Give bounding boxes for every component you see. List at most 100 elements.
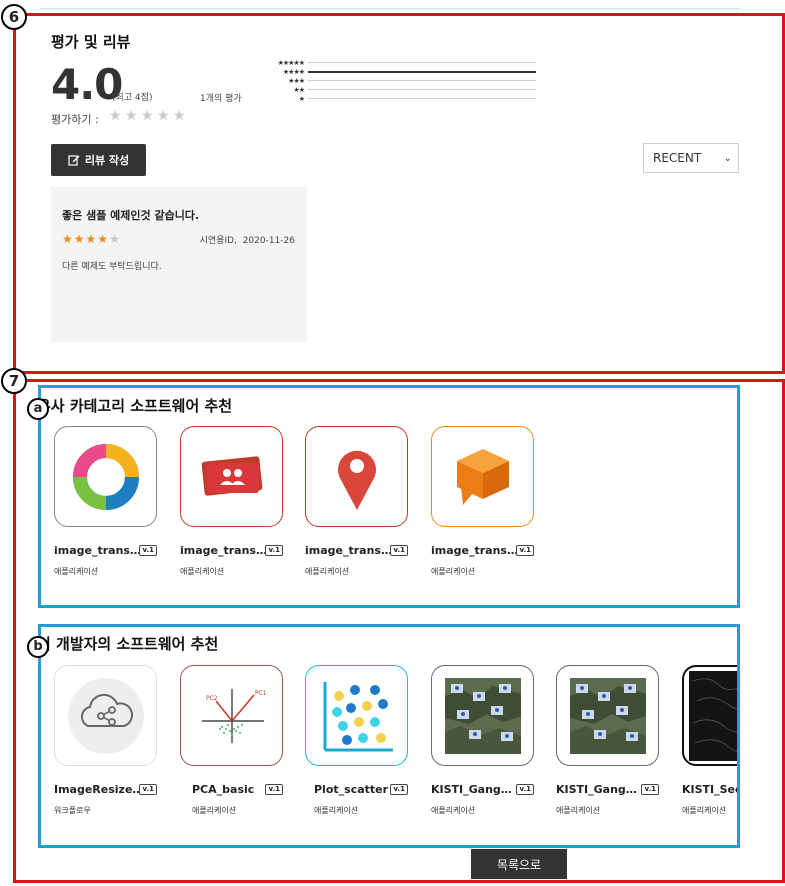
annotation-marker-7: 7 <box>1 368 27 394</box>
rate-stars[interactable]: ★ ★ ★ ★ ★ <box>109 109 186 123</box>
app-thumbnail[interactable] <box>54 665 157 766</box>
app-name[interactable]: Plot_scatter <box>305 783 388 796</box>
developer-card[interactable]: KISTI_Gang… v.1 애플리케이션 <box>556 665 666 816</box>
app-thumbnail[interactable] <box>431 665 534 766</box>
dist-stars-3: ★★★ <box>288 76 305 85</box>
review-author: 시연용ID, <box>199 236 237 246</box>
version-badge: v.1 <box>265 545 283 556</box>
similar-card[interactable]: image_trans… v.1 애플리케이션 <box>54 426 164 577</box>
star-icon: ★ <box>109 232 120 246</box>
star-icon: ★ <box>73 232 85 246</box>
app-name-row: KISTI_Seou… <box>682 783 737 796</box>
app-name-row: image_trans… v.1 <box>431 544 534 557</box>
app-thumbnail[interactable] <box>180 426 283 527</box>
dist-bar-4 <box>308 70 536 73</box>
edit-icon <box>68 155 80 166</box>
map-weather-icon <box>444 677 521 754</box>
back-to-list-button[interactable]: 목록으로 <box>471 849 567 879</box>
app-name[interactable]: image_trans… <box>431 544 516 557</box>
app-thumbnail[interactable] <box>54 426 157 527</box>
app-name-row: KISTI_Gang… v.1 <box>556 783 659 796</box>
rating-max-label: (최고 4점) <box>112 93 153 103</box>
dist-stars-5: ★★★★★ <box>277 58 305 67</box>
rating-count-label: 1개의 평가 <box>200 94 242 104</box>
chat-cube-icon <box>456 448 509 505</box>
contact-cards-icon <box>201 455 262 496</box>
star-icon: ★ <box>97 232 109 246</box>
version-badge: v.1 <box>390 545 408 556</box>
review-body: 다른 예제도 부탁드립니다. <box>62 262 162 272</box>
app-name-row: image_trans… v.1 <box>305 544 408 557</box>
version-badge: v.1 <box>265 784 283 795</box>
developer-section-title: 이 개발자의 소프트웨어 추천 <box>37 635 219 653</box>
star-icon[interactable]: ★ <box>173 109 186 123</box>
app-name[interactable]: image_trans… <box>54 544 139 557</box>
svg-text:PC1: PC1 <box>255 690 267 697</box>
developer-card[interactable]: Plot_scatter v.1 애플리케이션 <box>305 665 415 816</box>
dist-stars-4: ★★★★ <box>282 67 305 76</box>
app-thumbnail[interactable] <box>305 426 408 527</box>
map-pin-icon <box>337 450 376 510</box>
annotation-marker-6: 6 <box>1 4 27 30</box>
developer-card[interactable]: KISTI_Seou… 애플리케이션 <box>682 665 737 815</box>
dist-bar-2 <box>308 89 536 90</box>
app-thumbnail[interactable]: PC1 PC2 <box>180 665 283 766</box>
dist-stars-2: ★★ <box>293 85 305 94</box>
developer-card[interactable]: KISTI_Gang… v.1 애플리케이션 <box>431 665 541 816</box>
sort-select[interactable]: RECENT ⌄ <box>643 143 739 173</box>
app-type: 워크플로우 <box>54 806 91 815</box>
pca-plot-icon: PC1 PC2 <box>201 688 267 743</box>
write-review-button[interactable]: 리뷰 작성 <box>51 144 146 176</box>
map-weather-icon <box>569 677 646 754</box>
star-icon[interactable]: ★ <box>141 109 154 123</box>
similar-card[interactable]: image_trans… v.1 애플리케이션 <box>305 426 415 577</box>
similar-card[interactable]: image_trans… v.1 애플리케이션 <box>180 426 290 577</box>
sort-select-value: RECENT <box>653 151 702 165</box>
cloud-share-icon <box>67 677 144 754</box>
app-thumbnail[interactable] <box>305 665 408 766</box>
app-type: 애플리케이션 <box>431 567 476 576</box>
app-name[interactable]: ImageResize… <box>54 783 139 796</box>
version-badge: v.1 <box>139 784 157 795</box>
star-icon[interactable]: ★ <box>125 109 138 123</box>
version-badge: v.1 <box>390 784 408 795</box>
developer-card[interactable]: ImageResize… v.1 워크플로우 <box>54 665 164 816</box>
app-name[interactable]: PCA_basic <box>180 783 254 796</box>
app-name-row: PCA_basic v.1 <box>180 783 283 796</box>
app-name[interactable]: KISTI_Gang… <box>556 783 637 796</box>
version-badge: v.1 <box>139 545 157 556</box>
developer-card[interactable]: PC1 PC2 PCA_basic v.1 애플리케이션 <box>180 665 290 816</box>
app-thumbnail[interactable] <box>431 426 534 527</box>
dark-map-icon <box>688 670 737 761</box>
app-name[interactable]: image_trans… <box>180 544 265 557</box>
app-name[interactable]: image_trans… <box>305 544 390 557</box>
dist-bar-5 <box>308 62 536 63</box>
app-type: 애플리케이션 <box>180 567 225 576</box>
version-badge: v.1 <box>641 784 659 795</box>
rating-section-title: 평가 및 리뷰 <box>51 33 131 51</box>
chevron-down-icon: ⌄ <box>723 152 732 164</box>
review-date: 2020-11-26 <box>242 236 295 246</box>
app-type: 애플리케이션 <box>192 806 237 815</box>
app-type: 애플리케이션 <box>54 567 99 576</box>
rating-distribution: ★★★★★ ★★★★ ★★★ ★★ ★ <box>266 58 536 103</box>
dist-bar-1 <box>308 98 536 99</box>
app-type: 애플리케이션 <box>314 806 359 815</box>
annotation-marker-a: a <box>27 398 49 420</box>
review-meta: 시연용ID, 2020-11-26 <box>200 233 295 246</box>
webex-ring-icon <box>72 443 139 510</box>
star-icon[interactable]: ★ <box>157 109 170 123</box>
dist-bar-3 <box>308 80 536 81</box>
app-name-row: Plot_scatter v.1 <box>305 783 408 796</box>
review-title: 좋은 샘플 예제인것 같습니다. <box>62 209 200 222</box>
svg-text:PC2: PC2 <box>206 695 218 702</box>
app-name[interactable]: KISTI_Seou… <box>682 783 737 796</box>
review-card: 좋은 샘플 예제인것 같습니다. ★ ★ ★ ★ ★ 시연용ID, 2020-1… <box>51 187 307 342</box>
star-icon: ★ <box>85 232 97 246</box>
app-name[interactable]: KISTI_Gang… <box>431 783 512 796</box>
app-thumbnail[interactable] <box>682 665 737 766</box>
star-icon[interactable]: ★ <box>109 109 122 123</box>
version-badge: v.1 <box>516 784 534 795</box>
similar-card[interactable]: image_trans… v.1 애플리케이션 <box>431 426 541 577</box>
app-thumbnail[interactable] <box>556 665 659 766</box>
